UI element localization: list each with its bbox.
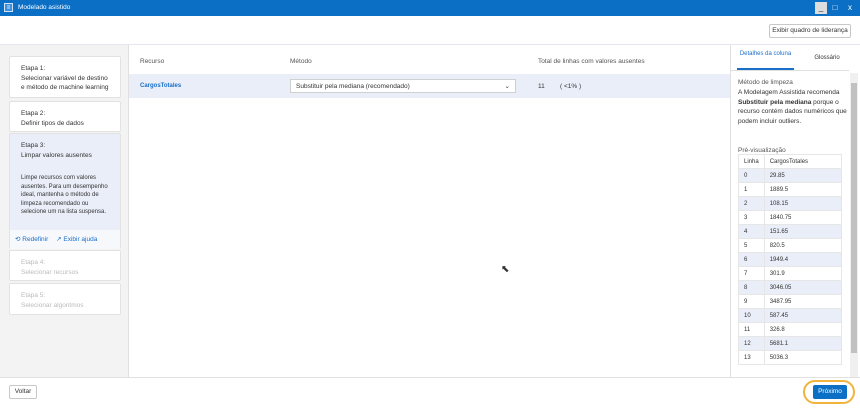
preview-header-value: CargosTotales	[763, 154, 843, 169]
preview-row: 7 301.9	[738, 266, 843, 281]
help-link[interactable]: Exibir ajuda	[63, 236, 97, 243]
minimize-button[interactable]: _	[815, 2, 827, 14]
title-bar: ≡ Modelado asistido _ □ x	[0, 0, 860, 16]
step-number: Etapa 1:	[21, 65, 46, 72]
feature-name: CargosTotales	[140, 83, 182, 89]
row-number: 12	[738, 336, 765, 351]
details-panel: Detalhes da coluna Glossário Método de l…	[730, 45, 860, 377]
row-value: 1949.4	[763, 252, 843, 267]
features-table: Recurso Método Total de linhas com valor…	[129, 45, 730, 377]
preview-row: 4 151.65	[738, 224, 843, 239]
row-number: 13	[738, 350, 765, 365]
preview-row: 6 1949.4	[738, 252, 843, 267]
tab-glossary[interactable]: Glossário	[801, 54, 853, 62]
row-value: 1840.75	[763, 210, 843, 225]
row-number: 1	[738, 182, 765, 197]
tab-column-details[interactable]: Detalhes da coluna	[737, 50, 794, 70]
section-title: Método de limpeza	[738, 79, 793, 86]
preview-row: 10 587.45	[738, 308, 843, 323]
row-number: 6	[738, 252, 765, 267]
row-value: 326.8	[763, 322, 843, 337]
preview-row: 11 326.8	[738, 322, 843, 337]
row-number: 9	[738, 294, 765, 309]
footer: Voltar Próximo	[0, 377, 860, 409]
row-value: 587.45	[763, 308, 843, 323]
back-button[interactable]: Voltar	[9, 385, 37, 399]
row-value: 108.15	[763, 196, 843, 211]
row-number: 0	[738, 168, 765, 183]
recommendation-text: A Modelagem Assistida recomenda Substitu…	[738, 89, 847, 125]
step-title: Limpar valores ausentes	[21, 151, 92, 159]
preview-row: 13 5036.3	[738, 350, 843, 365]
close-button[interactable]: x	[844, 2, 856, 14]
preview-row: 8 3046.05	[738, 280, 843, 295]
step-number: Etapa 5:	[21, 292, 46, 299]
row-number: 10	[738, 308, 765, 323]
chevron-down-icon: ⌄	[504, 83, 510, 90]
row-value: 1889.5	[763, 182, 843, 197]
preview-header-row-num: Linha	[738, 154, 765, 169]
row-number: 2	[738, 196, 765, 211]
preview-row: 3 1840.75	[738, 210, 843, 225]
step-description: Limpe recursos com valores ausentes. Par…	[21, 175, 108, 215]
missing-percent: ( <1% )	[560, 83, 582, 90]
header: Exibir quadro de liderança	[0, 16, 860, 45]
mouse-cursor-icon: ⬉	[501, 264, 510, 275]
method-dropdown[interactable]: Substituir pela mediana (recomendado) ⌄	[290, 79, 516, 93]
row-number: 3	[738, 210, 765, 225]
row-value: 5036.3	[763, 350, 843, 365]
app-icon: ≡	[4, 3, 13, 12]
step-1[interactable]: Etapa 1: Selecionar variável de destino e…	[9, 56, 121, 98]
step-title: Selecionar recursos	[21, 268, 79, 276]
row-number: 8	[738, 280, 765, 295]
preview-row: 5 820.5	[738, 238, 843, 253]
row-value: 29.85	[763, 168, 843, 183]
row-value: 3487.95	[763, 294, 843, 309]
step-title: Selecionar algoritmos	[21, 301, 84, 309]
preview-table: Linha CargosTotales 0 29.85 1 1889.5 2 108.15 3 1…	[738, 154, 843, 365]
method-value: Substituir pela mediana (recomendado)	[296, 83, 410, 90]
maximize-button[interactable]: □	[829, 2, 841, 14]
row-value: 3046.05	[763, 280, 843, 295]
row-value: 151.65	[763, 224, 843, 239]
leaderboard-button[interactable]: Exibir quadro de liderança	[769, 24, 851, 38]
row-number: 7	[738, 266, 765, 281]
step-number: Etapa 3:	[21, 142, 46, 149]
scrollbar[interactable]	[850, 73, 858, 377]
preview-row: 0 29.85	[738, 168, 843, 183]
row-value: 820.5	[763, 238, 843, 253]
window-title: Modelado asistido	[18, 4, 71, 11]
step-number: Etapa 4:	[21, 259, 46, 266]
step-4: Etapa 4: Selecionar recursos	[9, 250, 121, 281]
column-header-method: Método	[290, 58, 312, 65]
row-value: 301.9	[763, 266, 843, 281]
row-number: 4	[738, 224, 765, 239]
step-title: Selecionar variável de destino e método …	[21, 74, 109, 92]
preview-row: 1 1889.5	[738, 182, 843, 197]
step-title: Definir tipos de dados	[21, 119, 84, 127]
preview-row: 2 108.15	[738, 196, 843, 211]
reset-link[interactable]: Redefinir	[22, 236, 48, 243]
table-row: CargosTotales Substituir pela mediana (r…	[129, 74, 730, 98]
column-header-missing: Total de linhas com valores ausentes	[538, 58, 645, 65]
reset-icon: ⟲	[15, 236, 21, 243]
step-3: Etapa 3: Limpar valores ausentes Limpe r…	[9, 133, 121, 249]
missing-count: 11	[538, 83, 545, 90]
preview-row: 12 5681.1	[738, 336, 843, 351]
next-button[interactable]: Próximo	[813, 385, 847, 399]
steps-panel: Etapa 1: Selecionar variável de destino e…	[0, 45, 129, 377]
row-value: 5681.1	[763, 336, 843, 351]
row-number: 11	[738, 322, 765, 337]
step-5: Etapa 5: Selecionar algoritmos	[9, 283, 121, 315]
preview-label: Pré-visualização	[738, 147, 786, 154]
preview-row: 9 3487.95	[738, 294, 843, 309]
row-number: 5	[738, 238, 765, 253]
step-number: Etapa 2:	[21, 110, 46, 117]
step-2[interactable]: Etapa 2: Definir tipos de dados	[9, 101, 121, 132]
external-link-icon: ↗	[56, 236, 62, 243]
column-header-feature: Recurso	[140, 58, 165, 65]
